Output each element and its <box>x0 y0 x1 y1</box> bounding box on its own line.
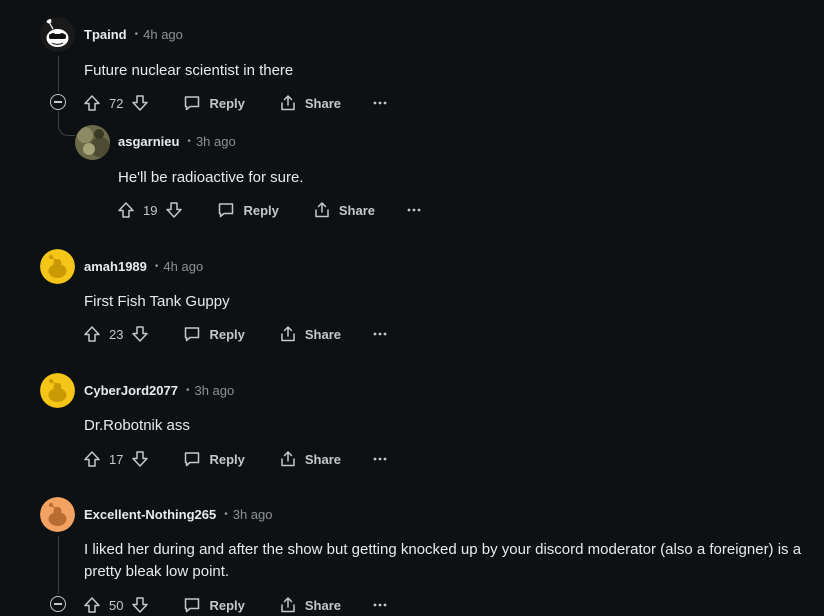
comment-bubble-icon <box>217 201 235 219</box>
collapse-thread-button[interactable] <box>50 596 66 612</box>
share-icon <box>279 325 297 343</box>
avatar[interactable] <box>40 373 75 408</box>
vote-group: 17 <box>83 450 149 468</box>
more-options-icon[interactable] <box>373 457 387 461</box>
more-options-icon[interactable] <box>373 603 387 607</box>
avatar[interactable] <box>40 497 75 532</box>
share-label: Share <box>304 451 342 467</box>
reply-label: Reply <box>209 451 245 467</box>
thread-line[interactable] <box>58 56 59 92</box>
comment-bubble-icon <box>183 450 201 468</box>
vote-group: 72 <box>83 94 149 112</box>
more-options-icon[interactable] <box>373 332 387 336</box>
collapse-thread-icon <box>54 603 62 605</box>
comment-actions: 19 Reply Share <box>117 199 421 221</box>
share-button[interactable]: Share <box>279 450 341 468</box>
share-icon <box>279 596 297 614</box>
vote-score: 72 <box>109 95 124 111</box>
downvote-icon[interactable] <box>165 201 183 219</box>
share-button[interactable]: Share <box>313 201 375 219</box>
comment-actions: 72 Reply Share <box>83 92 387 114</box>
avatar[interactable] <box>40 249 75 284</box>
share-label: Share <box>304 597 342 613</box>
reply-button[interactable]: Reply <box>183 325 245 343</box>
share-button[interactable]: Share <box>279 325 341 343</box>
timestamp[interactable]: 3h ago <box>194 383 234 398</box>
comment-meta: amah1989 • 4h ago <box>84 259 203 274</box>
separator-dot: • <box>224 509 228 520</box>
vote-score: 17 <box>109 451 124 467</box>
share-button[interactable]: Share <box>279 596 341 614</box>
reply-button[interactable]: Reply <box>183 94 245 112</box>
avatar[interactable] <box>40 17 75 52</box>
separator-dot: • <box>187 136 191 147</box>
collapse-thread-button[interactable] <box>50 94 66 110</box>
reply-branch-line <box>58 111 75 136</box>
comment-bubble-icon <box>183 94 201 112</box>
upvote-icon[interactable] <box>83 596 101 614</box>
share-label: Share <box>304 95 342 111</box>
more-options-icon[interactable] <box>373 101 387 105</box>
reply-label: Reply <box>209 597 245 613</box>
timestamp[interactable]: 4h ago <box>163 259 203 274</box>
author-name[interactable]: amah1989 <box>84 259 147 274</box>
vote-group: 19 <box>117 201 183 219</box>
share-button[interactable]: Share <box>279 94 341 112</box>
downvote-icon[interactable] <box>131 596 149 614</box>
share-icon <box>279 450 297 468</box>
comment-meta: asgarnieu • 3h ago <box>118 134 236 149</box>
separator-dot: • <box>134 29 139 40</box>
comment-bubble-icon <box>183 596 201 614</box>
share-label: Share <box>338 202 376 218</box>
comment-actions: 50 Reply Share <box>83 594 387 616</box>
reply-button[interactable]: Reply <box>183 596 245 614</box>
upvote-icon[interactable] <box>117 201 135 219</box>
upvote-icon[interactable] <box>83 450 101 468</box>
author-name[interactable]: CyberJord2077 <box>84 383 178 398</box>
vote-group: 23 <box>83 325 149 343</box>
comment-body: I liked her during and after the show bu… <box>84 541 802 580</box>
thread-line[interactable] <box>58 536 59 594</box>
comment-actions: 23 Reply Share <box>83 323 387 345</box>
comment-meta: CyberJord2077 • 3h ago <box>84 383 234 398</box>
comment-meta: Tpaind • 4h ago <box>84 27 183 42</box>
comment-body: Dr.Robotnik ass <box>84 417 190 434</box>
vote-score: 23 <box>109 326 124 342</box>
downvote-icon[interactable] <box>131 325 149 343</box>
author-name[interactable]: Tpaind <box>84 27 127 42</box>
reply-label: Reply <box>243 202 279 218</box>
vote-score: 50 <box>109 597 124 613</box>
more-options-icon[interactable] <box>407 208 421 212</box>
reply-button[interactable]: Reply <box>183 450 245 468</box>
comment-body: First Fish Tank Guppy <box>84 293 230 310</box>
comment-body: He'll be radioactive for sure. <box>118 169 304 186</box>
share-label: Share <box>304 326 342 342</box>
reply-label: Reply <box>209 95 245 111</box>
downvote-icon[interactable] <box>131 450 149 468</box>
comment-actions: 17 Reply Share <box>83 448 387 470</box>
author-name[interactable]: asgarnieu <box>118 134 179 149</box>
upvote-icon[interactable] <box>83 94 101 112</box>
timestamp[interactable]: 4h ago <box>143 27 183 42</box>
comment-meta: Excellent-Nothing265 • 3h ago <box>84 507 272 522</box>
vote-group: 50 <box>83 596 149 614</box>
share-icon <box>313 201 331 219</box>
upvote-icon[interactable] <box>83 325 101 343</box>
collapse-thread-icon <box>54 101 62 103</box>
vote-score: 19 <box>143 202 158 218</box>
separator-dot: • <box>154 261 159 272</box>
reply-label: Reply <box>209 326 245 342</box>
share-icon <box>279 94 297 112</box>
comment-bubble-icon <box>183 325 201 343</box>
timestamp[interactable]: 3h ago <box>233 507 273 522</box>
comment-body: Future nuclear scientist in there <box>84 62 294 79</box>
author-name[interactable]: Excellent-Nothing265 <box>84 507 216 522</box>
timestamp[interactable]: 3h ago <box>196 134 236 149</box>
separator-dot: • <box>185 385 190 396</box>
downvote-icon[interactable] <box>131 94 149 112</box>
avatar[interactable] <box>75 125 110 160</box>
reply-button[interactable]: Reply <box>217 201 279 219</box>
